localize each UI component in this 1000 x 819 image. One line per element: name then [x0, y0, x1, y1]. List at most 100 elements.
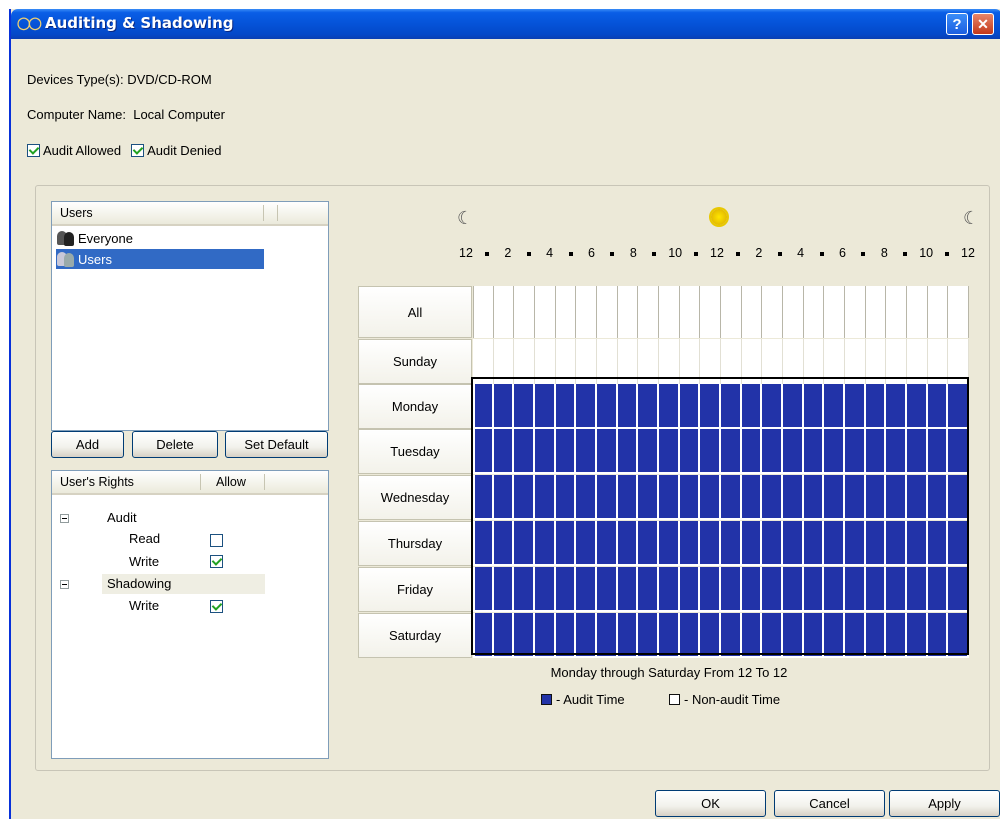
schedule-cell[interactable]: [679, 384, 701, 429]
schedule-cell[interactable]: [927, 521, 949, 566]
allow-column-header[interactable]: Allow: [216, 475, 246, 489]
schedule-cell[interactable]: [907, 567, 928, 612]
schedule-cell[interactable]: [741, 475, 763, 520]
title-bar[interactable]: ◯◯ Auditing & Shadowing ? ✕: [11, 9, 1000, 39]
schedule-cell[interactable]: [865, 567, 887, 612]
schedule-cell[interactable]: [762, 339, 783, 384]
schedule-cell[interactable]: [783, 613, 804, 658]
schedule-cell[interactable]: [555, 384, 577, 429]
schedule-cell[interactable]: [927, 475, 949, 520]
schedule-cell[interactable]: [493, 339, 515, 384]
schedule-cell[interactable]: [824, 475, 845, 520]
schedule-cell[interactable]: [783, 286, 804, 338]
schedule-cell[interactable]: [948, 339, 969, 384]
schedule-cell[interactable]: [514, 384, 535, 429]
schedule-cell[interactable]: [741, 567, 763, 612]
schedule-cell[interactable]: [762, 521, 783, 566]
schedule-cell[interactable]: [597, 339, 618, 384]
schedule-cell[interactable]: [493, 384, 515, 429]
schedule-cell[interactable]: [886, 567, 907, 612]
schedule-cell[interactable]: [473, 475, 494, 520]
schedule-cell[interactable]: [886, 475, 907, 520]
schedule-cell[interactable]: [721, 339, 742, 384]
schedule-cell[interactable]: [514, 339, 535, 384]
schedule-row-tuesday[interactable]: [473, 429, 969, 474]
schedule-cell[interactable]: [638, 286, 659, 338]
schedule-cell[interactable]: [659, 567, 680, 612]
collapse-shadowing-icon[interactable]: [60, 580, 69, 589]
schedule-row-thursday[interactable]: [473, 521, 969, 566]
schedule-cell[interactable]: [762, 384, 783, 429]
schedule-cell[interactable]: [762, 475, 783, 520]
audit-denied-check-icon[interactable]: [131, 144, 145, 157]
schedule-cell[interactable]: [824, 613, 845, 658]
schedule-cell[interactable]: [576, 286, 597, 338]
schedule-cell[interactable]: [617, 429, 639, 474]
delete-user-button[interactable]: Delete: [132, 431, 218, 458]
schedule-cell[interactable]: [783, 521, 804, 566]
schedule-cell[interactable]: [721, 475, 742, 520]
rights-column-header[interactable]: User's Rights: [60, 475, 134, 489]
schedule-cell[interactable]: [617, 613, 639, 658]
schedule-cell[interactable]: [659, 429, 680, 474]
schedule-cell[interactable]: [845, 339, 866, 384]
schedule-cell[interactable]: [886, 339, 907, 384]
schedule-cell[interactable]: [824, 521, 845, 566]
schedule-cell[interactable]: [700, 429, 721, 474]
audit-denied-checkbox[interactable]: Audit Denied: [131, 143, 222, 158]
schedule-cell[interactable]: [824, 286, 845, 338]
audit-read-allow-checkbox[interactable]: [210, 534, 223, 547]
schedule-cell[interactable]: [865, 339, 887, 384]
schedule-cell[interactable]: [514, 286, 535, 338]
schedule-cell[interactable]: [700, 286, 721, 338]
schedule-cell[interactable]: [617, 521, 639, 566]
help-button[interactable]: ?: [946, 13, 968, 35]
schedule-cell[interactable]: [845, 521, 866, 566]
schedule-cell[interactable]: [535, 339, 556, 384]
schedule-cell[interactable]: [638, 613, 659, 658]
schedule-cell[interactable]: [576, 613, 597, 658]
schedule-cell[interactable]: [638, 475, 659, 520]
schedule-cell[interactable]: [597, 521, 618, 566]
schedule-row-friday[interactable]: [473, 567, 969, 612]
schedule-cell[interactable]: [679, 613, 701, 658]
schedule-cell[interactable]: [700, 339, 721, 384]
schedule-cell[interactable]: [617, 384, 639, 429]
schedule-cell[interactable]: [783, 429, 804, 474]
user-item-users[interactable]: Users: [56, 249, 264, 269]
schedule-cell[interactable]: [555, 475, 577, 520]
schedule-cell[interactable]: [783, 339, 804, 384]
schedule-cell[interactable]: [803, 286, 825, 338]
schedule-cell[interactable]: [473, 613, 494, 658]
schedule-cell[interactable]: [700, 613, 721, 658]
schedule-cell[interactable]: [886, 384, 907, 429]
schedule-cell[interactable]: [700, 567, 721, 612]
schedule-cell[interactable]: [617, 475, 639, 520]
schedule-cell[interactable]: [493, 429, 515, 474]
schedule-cell[interactable]: [493, 475, 515, 520]
schedule-cell[interactable]: [597, 475, 618, 520]
schedule-cell[interactable]: [679, 339, 701, 384]
schedule-cell[interactable]: [845, 286, 866, 338]
schedule-cell[interactable]: [721, 567, 742, 612]
schedule-cell[interactable]: [824, 429, 845, 474]
audit-allowed-checkbox[interactable]: Audit Allowed: [27, 143, 121, 158]
schedule-cell[interactable]: [865, 475, 887, 520]
schedule-cell[interactable]: [514, 567, 535, 612]
schedule-cell[interactable]: [783, 567, 804, 612]
schedule-cell[interactable]: [659, 475, 680, 520]
schedule-cell[interactable]: [886, 286, 907, 338]
schedule-cell[interactable]: [555, 567, 577, 612]
schedule-cell[interactable]: [927, 384, 949, 429]
schedule-cell[interactable]: [762, 567, 783, 612]
schedule-cell[interactable]: [741, 613, 763, 658]
schedule-cell[interactable]: [845, 613, 866, 658]
audit-write-allow-checkbox[interactable]: [210, 555, 223, 568]
schedule-cell[interactable]: [473, 384, 494, 429]
schedule-cell[interactable]: [927, 339, 949, 384]
schedule-cell[interactable]: [907, 429, 928, 474]
schedule-cell[interactable]: [865, 286, 887, 338]
schedule-cell[interactable]: [803, 521, 825, 566]
schedule-cell[interactable]: [659, 339, 680, 384]
schedule-cell[interactable]: [535, 429, 556, 474]
